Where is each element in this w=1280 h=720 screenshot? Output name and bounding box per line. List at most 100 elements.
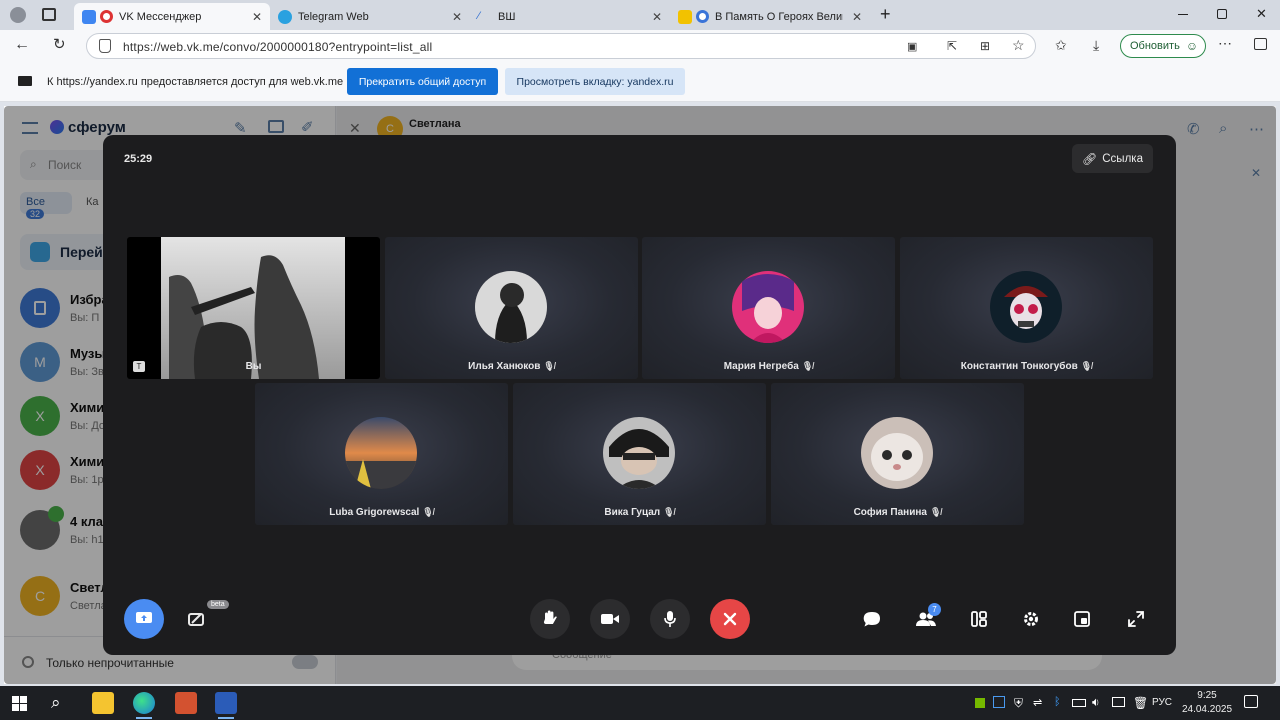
profile-icon[interactable] — [10, 7, 26, 23]
effects-button[interactable] — [185, 607, 209, 631]
end-call-button[interactable] — [710, 599, 750, 639]
gear-icon — [1024, 612, 1038, 626]
sidebar-toggle-icon[interactable] — [1254, 38, 1267, 50]
tray-nvidia-icon[interactable] — [975, 698, 985, 708]
microphone-toggle-button[interactable] — [650, 599, 690, 639]
address-bar[interactable]: https://web.vk.me/convo/2000000180?entry… — [86, 33, 1036, 59]
search-icon[interactable]: ⌕ — [51, 693, 61, 713]
tab-vsh[interactable]: ⁄ ВШ ✕ — [470, 3, 670, 30]
soldier-avatar-image — [475, 271, 547, 343]
tab-label: Telegram Web — [298, 10, 369, 23]
cat-avatar-image — [861, 417, 933, 489]
notifications-icon[interactable] — [1244, 695, 1258, 708]
effects-icon — [188, 613, 204, 626]
maximize-icon[interactable] — [1217, 9, 1227, 19]
tray-trash-icon[interactable]: 🗑︎ — [1133, 696, 1148, 710]
avatar — [345, 417, 417, 489]
close-tab-icon[interactable]: ✕ — [452, 10, 462, 24]
view-shared-tab-button[interactable]: Просмотреть вкладку: yandex.ru — [505, 68, 685, 95]
edge-browser-icon[interactable] — [133, 692, 155, 714]
screen-share-infobar: К https://yandex.ru предоставляется дост… — [0, 62, 1280, 102]
tray-volume-icon[interactable]: 🔉︎ — [1092, 695, 1100, 710]
stop-sharing-button[interactable]: Прекратить общий доступ — [347, 68, 498, 95]
language-indicator[interactable]: РУС — [1152, 697, 1172, 708]
reader-icon[interactable]: ⊞ — [980, 39, 990, 53]
open-app-icon[interactable]: ⇱ — [947, 39, 957, 53]
participant-tile[interactable]: Константин Тонкогубов 🎙︎̸ — [900, 237, 1153, 379]
sunset-avatar-image — [345, 417, 417, 489]
word-icon[interactable] — [215, 692, 237, 714]
participant-name: Константин Тонкогубов 🎙︎̸ — [960, 361, 1093, 372]
close-tab-icon[interactable]: ✕ — [652, 10, 662, 24]
minimize-call-button[interactable] — [1070, 607, 1094, 631]
tab-vk-messenger[interactable]: VK Мессенджер ✕ — [74, 3, 270, 30]
fullscreen-button[interactable] — [1124, 607, 1148, 631]
link-label: Ссылка — [1102, 152, 1143, 165]
file-explorer-icon[interactable] — [92, 692, 114, 714]
screen-share-icon[interactable]: ▣ — [907, 40, 917, 54]
participant-tile[interactable]: Илья Ханюков 🎙︎̸ — [385, 237, 638, 379]
url-text: https://web.vk.me/convo/2000000180?entry… — [123, 40, 433, 54]
participant-name: Илья Ханюков 🎙︎̸ — [468, 361, 555, 372]
mic-muted-icon: 🎙︎̸ — [1080, 361, 1093, 371]
tab-label: VK Мессенджер — [119, 10, 202, 23]
character-avatar-image — [603, 417, 675, 489]
participant-tile[interactable]: София Панина 🎙︎̸ — [771, 383, 1024, 525]
camera-toggle-button[interactable] — [590, 599, 630, 639]
microphone-icon — [664, 611, 676, 627]
participant-name: Luba Grigorewscal 🎙︎̸ — [329, 507, 434, 518]
tray-battery-icon[interactable] — [1072, 699, 1086, 707]
copy-link-button[interactable]: 🔗︎ Ссылка — [1072, 144, 1153, 173]
favorite-star-icon[interactable]: ☆ — [1012, 38, 1025, 52]
close-tab-icon[interactable]: ✕ — [852, 10, 862, 24]
video-call-window: 25:29 🔗︎ Ссылка T Вы Илья Ханюков 🎙︎̸ Мар… — [103, 135, 1176, 655]
system-clock[interactable]: 9:25 24.04.2025 — [1178, 689, 1236, 717]
raise-hand-button[interactable] — [530, 599, 570, 639]
tab-actions-icon[interactable] — [42, 8, 56, 21]
participant-tile[interactable]: Вика Гуцал 🎙︎̸ — [513, 383, 766, 525]
self-label: Вы — [245, 361, 262, 372]
participant-name: София Панина 🎙︎̸ — [853, 507, 942, 518]
tray-shield-icon[interactable]: ⛨ — [1014, 696, 1023, 711]
beta-badge: beta — [207, 600, 229, 609]
new-tab-icon[interactable]: + — [880, 4, 891, 25]
windows-taskbar: ⌕ ⛨ ⇌ ᛒ 🔉︎ 🗑︎ РУС 9:25 24.04.2025 — [0, 686, 1280, 720]
clock-time: 9:25 — [1197, 690, 1217, 701]
tray-display-icon[interactable] — [1112, 697, 1125, 707]
screen-share-icon — [136, 612, 152, 623]
back-icon[interactable]: ← — [14, 37, 30, 53]
participant-name: Вика Гуцал 🎙︎̸ — [604, 507, 675, 518]
active-app-indicator — [218, 717, 234, 719]
vk-record-icon — [82, 9, 96, 24]
site-info-icon[interactable] — [99, 39, 111, 53]
share-message: К https://yandex.ru предоставляется дост… — [47, 76, 344, 88]
active-app-indicator — [136, 717, 152, 719]
tab-telegram[interactable]: Telegram Web ✕ — [270, 3, 470, 30]
favorites-icon[interactable]: ✩ — [1055, 38, 1067, 52]
tray-screen-icon[interactable] — [993, 696, 1005, 708]
browser-toolbar: ← ↻ https://web.vk.me/convo/2000000180?e… — [0, 30, 1280, 62]
telegram-icon — [278, 9, 292, 24]
layout-button[interactable] — [967, 607, 991, 631]
participant-tile[interactable]: Мария Негреба 🎙︎̸ — [642, 237, 895, 379]
close-window-icon[interactable]: ✕ — [1256, 6, 1267, 22]
settings-button[interactable] — [1019, 607, 1043, 631]
minimize-icon[interactable] — [1178, 14, 1188, 15]
hand-icon — [543, 610, 557, 624]
participant-tile[interactable]: Luba Grigorewscal 🎙︎̸ — [255, 383, 508, 525]
chat-bubble-icon — [863, 612, 880, 627]
tray-network-icon[interactable]: ⇌ — [1033, 696, 1042, 709]
tab-memory-heroes[interactable]: В Память О Героях Великой ✕ — [670, 3, 870, 30]
tab-label: В Память О Героях Великой — [715, 10, 843, 23]
update-browser-button[interactable]: Обновить ☺ — [1120, 34, 1206, 58]
start-icon[interactable] — [12, 696, 27, 711]
close-tab-icon[interactable]: ✕ — [252, 10, 262, 24]
chat-button[interactable] — [860, 607, 884, 631]
share-screen-button[interactable] — [124, 599, 164, 639]
tray-bluetooth-icon[interactable]: ᛒ — [1054, 696, 1061, 708]
more-menu-icon[interactable]: ⋯ — [1218, 36, 1232, 50]
downloads-icon[interactable]: ⤓ — [1093, 38, 1099, 52]
reload-icon[interactable]: ↻ — [53, 37, 66, 52]
self-video-tile[interactable]: T Вы — [127, 237, 380, 379]
powerpoint-icon[interactable] — [175, 692, 197, 714]
